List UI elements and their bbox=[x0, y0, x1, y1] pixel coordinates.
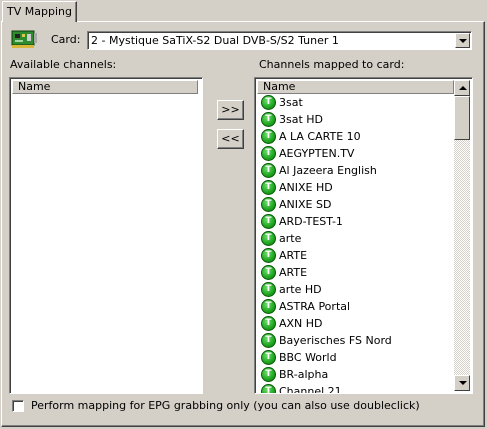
channel-row[interactable]: T Bayerisches FS Nord bbox=[257, 332, 457, 349]
channel-row[interactable]: T ASTRA Portal bbox=[257, 298, 457, 315]
tv-channel-icon: T bbox=[261, 180, 276, 195]
channel-row[interactable]: T 3sat HD bbox=[257, 111, 457, 128]
epg-mapping-checkbox-label[interactable]: Perform mapping for EPG grabbing only (y… bbox=[31, 399, 420, 412]
channel-row[interactable]: T ARD-TEST-1 bbox=[257, 213, 457, 230]
channel-row[interactable]: Tarte HD bbox=[257, 281, 457, 298]
available-channels-label: Available channels: bbox=[10, 58, 117, 71]
channel-row[interactable]: T ARTE bbox=[257, 264, 457, 281]
tv-channel-icon: T bbox=[261, 163, 276, 178]
channel-name: ANIXE SD bbox=[279, 198, 332, 211]
unmap-channel-button[interactable]: << bbox=[217, 129, 244, 149]
channel-row[interactable]: T BR-alpha bbox=[257, 366, 457, 383]
tv-channel-icon: T bbox=[261, 214, 276, 229]
tv-channel-icon: T bbox=[261, 350, 276, 365]
channel-row[interactable]: T ARTE bbox=[257, 247, 457, 264]
channel-name: ANIXE HD bbox=[279, 181, 333, 194]
channel-name: arte HD bbox=[279, 283, 322, 296]
channel-row[interactable]: T AXN HD bbox=[257, 315, 457, 332]
channel-row[interactable]: Tarte bbox=[257, 230, 457, 247]
channel-row[interactable]: T ANIXE HD bbox=[257, 179, 457, 196]
tv-channel-icon: T bbox=[261, 146, 276, 161]
channel-name: Channel 21 bbox=[279, 385, 342, 394]
card-select-dropdown-button[interactable] bbox=[455, 33, 470, 48]
tab-tv-mapping[interactable]: TV Mapping bbox=[2, 1, 77, 22]
channel-row[interactable]: TA LA CARTE 10 bbox=[257, 128, 457, 145]
tv-channel-icon: T bbox=[261, 282, 276, 297]
mapped-name-column-header[interactable]: Name bbox=[257, 80, 454, 94]
channel-row[interactable]: T Channel 21 bbox=[257, 383, 457, 394]
mapped-channels-rows: T 3sat T 3sat HD T A LA CARTE 10 T AEGYPTEN.TV T… bbox=[257, 94, 457, 394]
channel-row[interactable]: T 3sat bbox=[257, 94, 457, 111]
channel-name: ARTE bbox=[279, 266, 308, 279]
tv-channel-icon: T bbox=[261, 248, 276, 263]
channel-name: 3sat HD bbox=[279, 113, 324, 126]
channel-name: A LA CARTE 10 bbox=[279, 130, 361, 143]
epg-mapping-checkbox[interactable] bbox=[12, 400, 24, 412]
channel-name: AEGYPTEN.TV bbox=[279, 147, 355, 160]
card-select[interactable]: 2 - Mystique SaTiX-S2 Dual DVB-S/S2 Tune… bbox=[87, 31, 472, 50]
tv-channel-icon: T bbox=[261, 129, 276, 144]
channel-name: Bayerisches FS Nord bbox=[279, 334, 392, 347]
tv-channel-icon: T bbox=[261, 112, 276, 127]
mapped-channels-list[interactable]: Name T 3sat T 3sat HD T A LA CARTE 10 T AEGYPTE… bbox=[254, 77, 473, 394]
channel-name: arte bbox=[279, 232, 302, 245]
scroll-up-button[interactable] bbox=[454, 80, 470, 96]
channel-name: ARD-TEST-1 bbox=[279, 215, 343, 228]
channel-name: BR-alpha bbox=[279, 368, 329, 381]
chevron-down-icon bbox=[459, 39, 467, 43]
channel-row[interactable]: T AEGYPTEN.TV bbox=[257, 145, 457, 162]
tv-channel-icon: T bbox=[261, 197, 276, 212]
scrollbar-thumb[interactable] bbox=[454, 96, 470, 140]
tv-card-icon bbox=[11, 30, 37, 48]
available-channels-list[interactable]: Name bbox=[9, 77, 203, 394]
mapped-channels-label: Channels mapped to card: bbox=[259, 58, 405, 71]
channel-name: ASTRA Portal bbox=[279, 300, 351, 313]
scroll-down-button[interactable] bbox=[454, 375, 470, 391]
tv-channel-icon: T bbox=[261, 95, 276, 110]
tv-channel-icon: T bbox=[261, 384, 276, 393]
tv-channel-icon: T bbox=[261, 231, 276, 246]
tv-channel-icon: T bbox=[261, 367, 276, 382]
card-select-value: 2 - Mystique SaTiX-S2 Dual DVB-S/S2 Tune… bbox=[91, 34, 339, 47]
tv-channel-icon: T bbox=[261, 333, 276, 348]
card-label: Card: bbox=[51, 33, 81, 46]
channel-row[interactable]: T Al Jazeera English bbox=[257, 162, 457, 179]
channel-name: ARTE bbox=[279, 249, 308, 262]
scroll-up-icon bbox=[459, 86, 467, 90]
channel-name: Al Jazeera English bbox=[279, 164, 377, 177]
channel-name: BBC World bbox=[279, 351, 337, 364]
available-name-column-header[interactable]: Name bbox=[12, 80, 198, 94]
channel-row[interactable]: T ANIXE SD bbox=[257, 196, 457, 213]
channel-name: AXN HD bbox=[279, 317, 323, 330]
channel-row[interactable]: T BBC World bbox=[257, 349, 457, 366]
tv-channel-icon: T bbox=[261, 316, 276, 331]
channel-name: 3sat bbox=[279, 96, 303, 109]
mapped-list-scrollbar[interactable] bbox=[454, 80, 470, 391]
scroll-down-icon bbox=[459, 381, 467, 385]
map-channel-button[interactable]: >> bbox=[217, 100, 244, 120]
tv-channel-icon: T bbox=[261, 265, 276, 280]
tv-channel-icon: T bbox=[261, 299, 276, 314]
